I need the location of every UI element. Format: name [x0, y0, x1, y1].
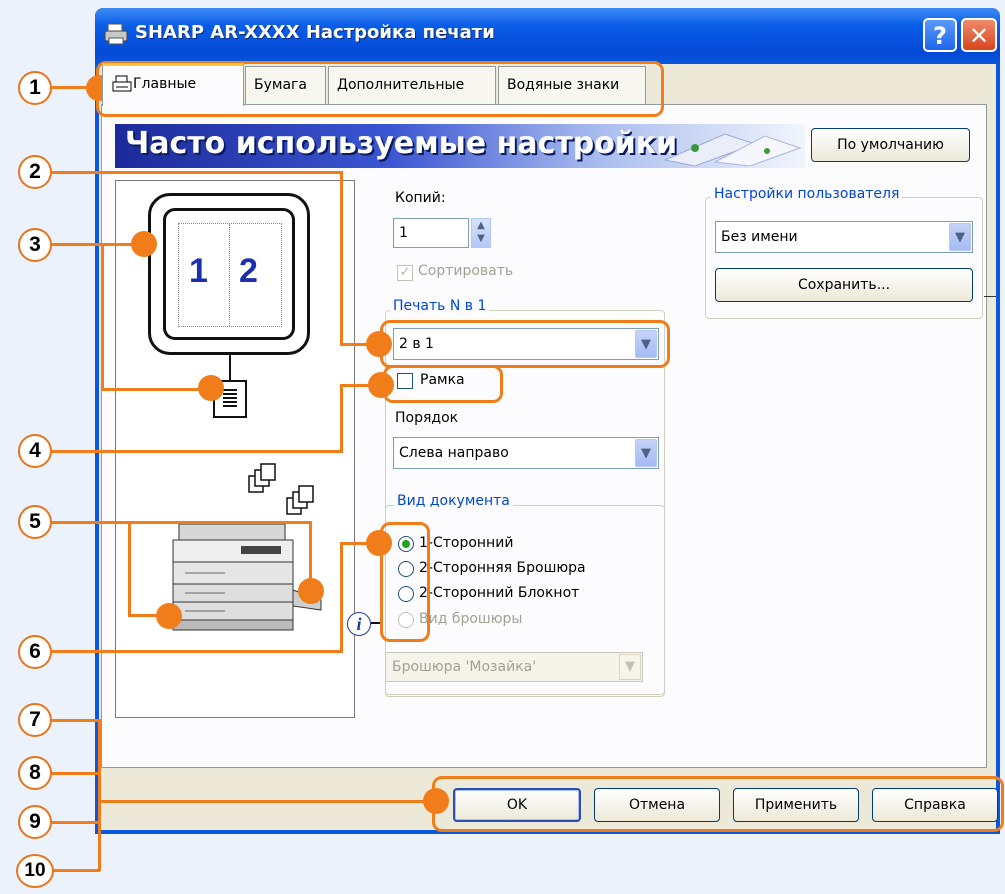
one-sided-label: 1-Сторонний	[419, 535, 514, 551]
callout-line	[52, 772, 100, 775]
callout-line	[101, 388, 211, 391]
callout-line	[52, 869, 100, 872]
banner-title: Часто используемые настройки	[125, 126, 678, 161]
callout-line	[340, 544, 343, 653]
callout-line	[309, 521, 312, 585]
callout-dot	[366, 530, 392, 556]
border-highlight	[383, 365, 503, 403]
n-up-group-title: Печать N в 1	[390, 298, 490, 314]
callout-line	[52, 650, 342, 653]
callout-line	[52, 521, 312, 524]
callout-8: 8	[18, 756, 52, 790]
chevron-down-icon[interactable]: ▼	[949, 223, 971, 251]
callout-6: 6	[18, 635, 52, 669]
callout-line	[98, 719, 101, 871]
info-icon[interactable]: i	[347, 612, 371, 636]
n-up-highlight	[380, 320, 670, 368]
order-select[interactable]: Слева направо ▼	[393, 437, 659, 469]
layout-preview-pages: 1 2	[178, 223, 282, 327]
help-title-button[interactable]: ?	[923, 18, 957, 52]
layout-preview-sheet: 1 2	[163, 208, 295, 340]
tablet-label: 2-Сторонний Блокнот	[419, 585, 580, 601]
order-label: Порядок	[395, 410, 459, 426]
booklet-label: 2-Сторонняя Брошюра	[419, 560, 586, 576]
copies-input[interactable]: 1	[393, 218, 469, 248]
callout-5: 5	[18, 505, 52, 539]
callout-line	[52, 171, 342, 174]
user-settings-value: Без имени	[721, 229, 798, 245]
user-settings-select[interactable]: Без имени ▼	[715, 221, 973, 253]
bottom-buttons-highlight	[432, 776, 1004, 832]
callout-line	[98, 800, 438, 803]
callout-dot	[131, 231, 157, 257]
booklet-type-value: Брошюра 'Мозайка'	[392, 659, 537, 675]
order-value: Слева направо	[399, 445, 509, 461]
callout-10: 10	[16, 854, 54, 888]
tab-main[interactable]: Главные	[102, 63, 244, 106]
page-number-1: 1	[189, 252, 208, 290]
close-button[interactable]: ✕	[961, 18, 997, 52]
callout-line	[52, 450, 342, 453]
copies-label: Копий:	[395, 190, 446, 206]
page-divider	[229, 224, 230, 326]
printer-icon	[104, 23, 128, 45]
callout-4: 4	[18, 434, 52, 468]
callout-line	[128, 521, 131, 617]
document-style-group-title: Вид документа	[394, 493, 513, 509]
save-settings-button[interactable]: Сохранить...	[715, 268, 973, 302]
callout-line	[340, 384, 343, 453]
collate-checkbox[interactable]: ✓	[397, 265, 413, 281]
chevron-down-icon[interactable]: ▼	[619, 654, 641, 680]
booklet-type-select[interactable]: Брошюра 'Мозайка' ▼	[385, 652, 643, 682]
callout-dot	[198, 375, 224, 401]
collate-sets-icon	[248, 463, 314, 515]
callout-dot	[298, 578, 324, 604]
callout-line	[52, 821, 100, 824]
callout-line	[340, 171, 343, 345]
callout-7: 7	[18, 703, 52, 737]
chevron-down-icon[interactable]: ▼	[635, 439, 657, 467]
callout-dot	[368, 372, 394, 398]
window-title: SHARP AR-XXXX Настройка печати	[135, 22, 495, 43]
tab-label: Главные	[133, 76, 197, 92]
title-bar[interactable]: SHARP AR-XXXX Настройка печати ? ✕	[95, 8, 1000, 64]
user-settings-group-title: Настройки пользователя	[711, 186, 903, 202]
callout-line	[52, 243, 142, 246]
callout-3: 3	[18, 228, 52, 262]
copies-spinner[interactable]: ▲ ▼	[471, 218, 491, 248]
callout-1: 1	[18, 71, 52, 105]
callout-dot	[366, 331, 392, 357]
banner-illustration	[663, 133, 802, 166]
layout-preview-frame: 1 2	[148, 193, 310, 355]
leader-line	[984, 296, 996, 297]
printer-tab-icon	[112, 75, 132, 92]
callout-9: 9	[18, 805, 52, 839]
preview-connector	[229, 355, 231, 381]
collate-label: Сортировать	[418, 263, 514, 279]
callout-2: 2	[18, 155, 52, 189]
callout-line	[101, 243, 104, 391]
booklet-style-label: Вид брошюры	[419, 611, 523, 627]
callout-line	[52, 719, 100, 722]
page-number-2: 2	[239, 252, 258, 290]
defaults-button[interactable]: По умолчанию	[811, 128, 970, 162]
callout-dot	[156, 603, 182, 629]
copier-machine-icon	[172, 523, 322, 631]
callout-dot	[423, 788, 449, 814]
